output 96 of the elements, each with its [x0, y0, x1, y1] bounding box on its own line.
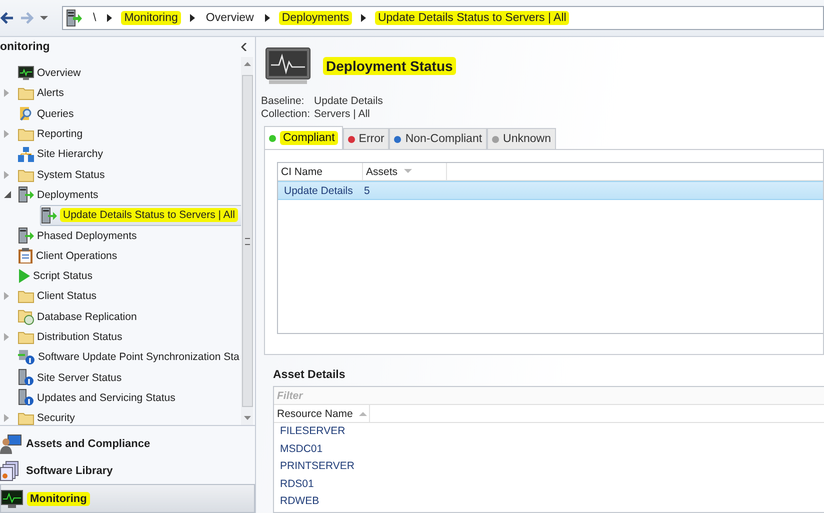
- tree-item[interactable]: Script Status: [18, 266, 97, 286]
- separator-arrow-icon: [190, 14, 195, 22]
- breadcrumb[interactable]: Deployments: [278, 11, 352, 25]
- table-cell[interactable]: FILESERVER: [274, 423, 346, 440]
- tree-item[interactable]: Queries: [18, 104, 78, 124]
- magnifier-icon: [18, 106, 34, 122]
- tree-item[interactable]: Update Details Status to Servers | All: [40, 204, 241, 226]
- forward-icon[interactable]: [20, 11, 34, 25]
- folder-icon: [18, 411, 34, 425]
- pane-title: onitoring: [0, 41, 50, 53]
- server-info-icon: [18, 369, 34, 386]
- expand-arrow-icon[interactable]: [4, 89, 9, 98]
- breadcrumb[interactable]: Update Details Status to Servers | All: [374, 11, 570, 25]
- detail-label: Baseline:: [261, 95, 306, 107]
- breadcrumb[interactable]: Overview: [204, 11, 256, 25]
- workspace-button[interactable]: Assets and Compliance: [0, 430, 255, 457]
- tree-item[interactable]: Security: [18, 408, 79, 425]
- folder-icon: [18, 168, 34, 182]
- person-computer-icon: [0, 434, 22, 454]
- table-row[interactable]: Update Details 5: [278, 181, 823, 200]
- tree-item[interactable]: Client Status: [18, 286, 101, 306]
- expand-arrow-icon[interactable]: [4, 292, 9, 300]
- dropdown-caret-icon[interactable]: [40, 15, 48, 21]
- workspace-button[interactable]: Monitoring: [0, 484, 255, 513]
- folder-icon: [18, 86, 34, 100]
- column-header[interactable]: Resource Name: [274, 405, 370, 422]
- status-dot-icon: [348, 136, 355, 142]
- table-cell[interactable]: PRINTSERVER: [274, 458, 354, 476]
- separator-arrow-icon: [107, 14, 112, 22]
- detail-label: Collection:: [261, 108, 310, 120]
- address-bar[interactable]: \ Monitoring Overview Deployments Update Details Status to Servers | All: [62, 6, 824, 30]
- table-cell-text: Update Details: [283, 184, 354, 196]
- tree-item[interactable]: Site Hierarchy: [18, 144, 107, 164]
- column-header[interactable]: CI Name: [278, 163, 363, 180]
- detail-value: Update Details: [314, 95, 384, 107]
- deployment-icon: [66, 9, 82, 27]
- clipboard-icon: [18, 248, 33, 264]
- monitor-icon: [265, 47, 311, 85]
- collapse-icon[interactable]: [241, 43, 247, 51]
- server-info-icon: [18, 389, 34, 406]
- monitor-icon: [1, 490, 23, 508]
- scroll-up-icon[interactable]: [244, 61, 250, 66]
- deployment-icon: [18, 186, 34, 204]
- tree-item[interactable]: Distribution Status: [18, 328, 126, 346]
- tree-item[interactable]: Site Server Status: [18, 368, 126, 388]
- folder-sync-icon: [18, 308, 34, 325]
- expand-arrow-icon[interactable]: [4, 130, 9, 138]
- sort-arrow-icon: [404, 169, 412, 174]
- section-title: Asset Details: [273, 369, 346, 381]
- tree-item[interactable]: Alerts: [18, 84, 68, 103]
- tree-item[interactable]: Database Replication: [18, 307, 141, 326]
- deployment-icon: [18, 227, 34, 244]
- folder-icon: [18, 330, 34, 344]
- tab[interactable]: Unknown: [487, 128, 556, 149]
- scroll-down-icon[interactable]: [244, 416, 250, 421]
- status-dot-icon: [492, 136, 500, 142]
- tree-item[interactable]: Deployments: [18, 185, 102, 204]
- deployment-icon: [41, 206, 57, 224]
- workspace-button[interactable]: Software Library: [0, 457, 255, 484]
- table-cell[interactable]: RDS01: [274, 476, 314, 493]
- tab[interactable]: Compliant: [264, 126, 343, 149]
- folder-icon: [18, 289, 34, 304]
- tree-item[interactable]: Client Operations: [18, 246, 122, 266]
- table-cell-text: 5: [363, 184, 371, 196]
- page-title: Deployment Status: [323, 57, 456, 75]
- tree-item[interactable]: Overview: [18, 64, 85, 83]
- play-icon: [18, 269, 30, 284]
- tree-item[interactable]: Software Update Point Synchronization Sta: [18, 348, 241, 367]
- detail-value: Servers | All: [314, 108, 371, 120]
- tree-item[interactable]: System Status: [18, 165, 109, 184]
- expand-arrow-icon[interactable]: [4, 414, 9, 422]
- table-cell[interactable]: MSDC01: [274, 440, 323, 458]
- hierarchy-icon: [18, 146, 34, 162]
- tab[interactable]: Error: [342, 128, 390, 149]
- sort-arrow-icon: [358, 411, 367, 416]
- path-root[interactable]: \: [91, 11, 98, 25]
- monitor-icon: [18, 66, 34, 80]
- column-header[interactable]: Assets: [363, 163, 447, 180]
- tree-item[interactable]: Updates and Servicing Status: [18, 388, 180, 408]
- collapse-arrow-icon[interactable]: [4, 191, 11, 198]
- tree-item[interactable]: Reporting: [18, 124, 87, 144]
- status-dot-icon: [394, 136, 402, 142]
- separator-arrow-icon: [360, 14, 366, 22]
- table-cell[interactable]: RDWEB: [274, 493, 320, 510]
- scrollbar[interactable]: [241, 57, 253, 425]
- folder-icon: [18, 127, 34, 142]
- breadcrumb[interactable]: Monitoring: [121, 11, 181, 25]
- tree-item[interactable]: Phased Deployments: [18, 226, 141, 246]
- separator-arrow-icon: [264, 14, 270, 22]
- sync-info-icon: [18, 349, 35, 366]
- back-icon[interactable]: [0, 11, 14, 25]
- filter-field[interactable]: Filter: [274, 387, 824, 405]
- status-dot-icon: [269, 134, 276, 142]
- expand-arrow-icon[interactable]: [4, 333, 9, 341]
- tab[interactable]: Non-Compliant: [389, 128, 488, 149]
- expand-arrow-icon[interactable]: [4, 170, 9, 179]
